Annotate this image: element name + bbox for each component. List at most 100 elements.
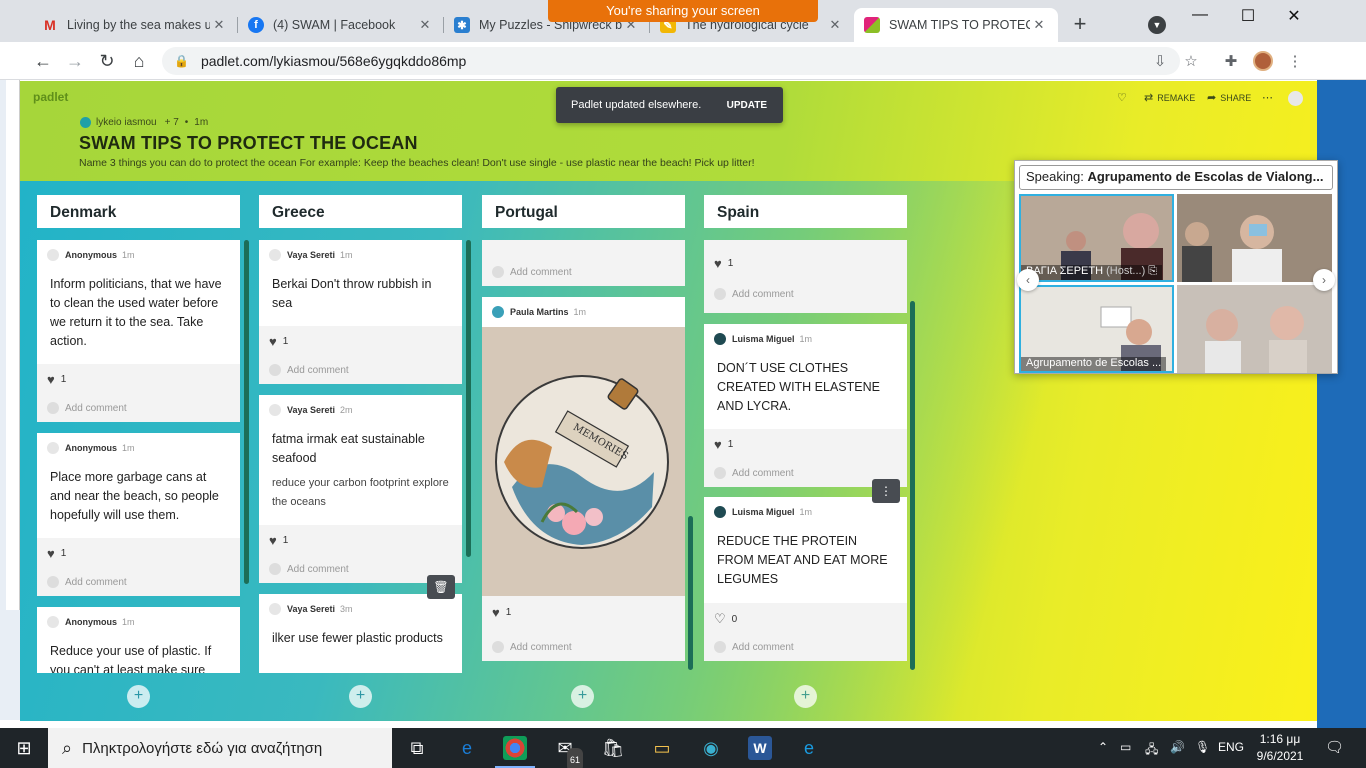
author-name[interactable]: lykeio iasmou xyxy=(96,117,157,128)
chrome-icon[interactable] xyxy=(503,736,527,760)
post-card[interactable]: Vaya Sereti 3m ilker use fewer plastic pr… xyxy=(259,594,462,673)
like-button[interactable]: ♥ 1 xyxy=(714,437,733,452)
video-tile[interactable] xyxy=(1177,285,1332,373)
network-icon[interactable]: 🖧 xyxy=(1145,740,1158,761)
word-icon[interactable]: W xyxy=(748,736,772,760)
post-text: fatma irmak eat sustainable seafood xyxy=(272,432,425,465)
more-options-icon[interactable]: ⋯ xyxy=(1262,91,1273,104)
system-clock[interactable]: 1:16 μμ 9/6/2021 xyxy=(1255,731,1305,765)
post-card[interactable]: Anonymous 1m Place more garbage cans at a… xyxy=(37,433,240,596)
remake-icon: ⇄ xyxy=(1144,92,1154,104)
volume-icon[interactable]: 🔊 xyxy=(1170,740,1185,754)
add-post-button[interactable]: + xyxy=(794,685,817,708)
close-window-button[interactable]: ✕ xyxy=(1282,6,1306,26)
add-comment[interactable]: Add comment xyxy=(492,266,572,278)
battery-icon[interactable]: ▭ xyxy=(1120,740,1131,754)
app-icon[interactable]: ◉ xyxy=(699,736,723,760)
post-card[interactable]: Anonymous 1m Reduce your use of plastic. … xyxy=(37,607,240,673)
tab-facebook[interactable]: f (4) SWAM | Facebook ✕ xyxy=(238,8,444,42)
heart-icon[interactable]: ♡ xyxy=(1117,91,1127,104)
column-scrollbar[interactable] xyxy=(466,240,471,557)
post-card-partial[interactable]: ♥ 1 Add comment xyxy=(704,240,907,313)
column-scrollbar[interactable] xyxy=(688,516,693,670)
tray-chevron-icon[interactable]: ⌃ xyxy=(1098,740,1108,754)
tab-padlet-active[interactable]: SWAM TIPS TO PROTECT T ✕ xyxy=(854,8,1058,42)
like-button[interactable]: ♥ 1 xyxy=(47,372,66,387)
like-button[interactable]: ♥ 1 xyxy=(492,605,511,620)
post-card-partial[interactable]: Add comment xyxy=(482,240,685,286)
column-scrollbar[interactable] xyxy=(244,240,249,584)
post-text-editing[interactable]: ilker use fewer plastic products xyxy=(259,615,462,648)
tab-search-icon[interactable]: ▼ xyxy=(1148,16,1166,34)
like-button[interactable]: ♥ 1 xyxy=(269,334,288,349)
task-view-icon[interactable]: ⧉ xyxy=(405,736,429,760)
minimize-button[interactable]: — xyxy=(1188,6,1212,24)
padlet-icon xyxy=(864,17,880,33)
new-tab-button[interactable]: + xyxy=(1068,12,1092,36)
add-comment[interactable]: Add comment xyxy=(714,641,794,653)
close-icon[interactable]: ✕ xyxy=(210,17,228,33)
file-explorer-icon[interactable]: ▭ xyxy=(650,736,674,760)
column-header-greece: Greece xyxy=(259,195,462,228)
add-comment[interactable]: Add comment xyxy=(47,576,127,588)
language-indicator[interactable]: ENG xyxy=(1218,740,1244,754)
like-button[interactable]: ♥ 1 xyxy=(269,533,288,548)
add-comment[interactable]: Add comment xyxy=(492,641,572,653)
install-icon[interactable]: ⇩ xyxy=(1150,52,1170,70)
address-bar[interactable]: 🔒 padlet.com/lykiasmou/568e6ygqkddo86mp xyxy=(162,47,1180,75)
next-page-icon[interactable]: › xyxy=(1313,269,1335,291)
forward-icon[interactable]: → xyxy=(64,50,86,72)
maximize-button[interactable]: ☐ xyxy=(1236,6,1260,26)
remake-button[interactable]: ⇄ REMAKE xyxy=(1144,91,1195,104)
home-icon[interactable]: ⌂ xyxy=(128,50,150,72)
video-tile[interactable]: Agrupamento de Escolas ... xyxy=(1019,285,1174,373)
mail-icon[interactable]: ✉ 61 xyxy=(553,736,584,768)
add-post-button[interactable]: + xyxy=(127,685,150,708)
extensions-icon[interactable]: ✚ xyxy=(1221,52,1241,70)
like-button[interactable]: ♡ 0 xyxy=(714,611,737,627)
windows-start-icon[interactable]: ⊞ xyxy=(12,736,36,760)
reload-icon[interactable]: ↻ xyxy=(96,50,118,72)
add-comment[interactable]: Add comment xyxy=(269,563,349,575)
bookmark-star-icon[interactable]: ☆ xyxy=(1181,52,1201,70)
profile-avatar[interactable] xyxy=(1253,51,1273,71)
post-menu-icon[interactable]: ⋮ xyxy=(872,479,900,503)
microphone-icon[interactable]: 🎙 xyxy=(1195,740,1210,754)
post-card[interactable]: Vaya Sereti 2m fatma irmak eat sustainabl… xyxy=(259,395,462,583)
user-avatar[interactable] xyxy=(1288,91,1303,106)
add-comment[interactable]: Add comment xyxy=(714,467,794,479)
add-comment[interactable]: Add comment xyxy=(47,402,127,414)
post-card[interactable]: Anonymous 1m Inform politicians, that we … xyxy=(37,240,240,422)
update-button[interactable]: UPDATE xyxy=(727,100,767,111)
taskbar-search[interactable]: ⌕ Πληκτρολογήστε εδώ για αναζήτηση xyxy=(48,728,392,768)
video-tile[interactable] xyxy=(1177,194,1332,282)
previous-page-icon[interactable]: ‹ xyxy=(1017,269,1039,291)
video-tile[interactable]: ΒΑΓΙΑ ΣΕΡΕΤΗ (Host...) ⎘ xyxy=(1019,194,1174,282)
column-scrollbar[interactable] xyxy=(910,301,915,670)
edge-icon[interactable]: e xyxy=(455,736,479,760)
internet-explorer-icon[interactable]: e xyxy=(797,736,821,760)
screen-share-banner[interactable]: You're sharing your screen xyxy=(548,0,818,22)
post-card[interactable]: Vaya Sereti 1m Berkai Don't throw rubbish… xyxy=(259,240,462,384)
close-icon[interactable]: ✕ xyxy=(1030,17,1048,33)
like-button[interactable]: ♥ 1 xyxy=(714,256,733,271)
back-icon[interactable]: ← xyxy=(32,50,54,72)
padlet-logo[interactable]: padlet xyxy=(33,90,68,104)
add-post-button[interactable]: + xyxy=(571,685,594,708)
lock-icon[interactable]: 🔒 xyxy=(174,54,189,68)
close-icon[interactable]: ✕ xyxy=(826,17,844,33)
notifications-icon[interactable]: 🗨 xyxy=(1325,738,1344,756)
add-comment[interactable]: Add comment xyxy=(714,288,794,300)
add-comment[interactable]: Add comment xyxy=(269,364,349,376)
post-card[interactable]: Luisma Miguel 1m DON´T USE CLOTHES CREATE… xyxy=(704,324,907,487)
tab-gmail[interactable]: M Living by the sea makes us ✕ xyxy=(32,8,238,42)
like-button[interactable]: ♥ 1 xyxy=(47,546,66,561)
add-post-button[interactable]: + xyxy=(349,685,372,708)
delete-post-button[interactable]: 🗑 xyxy=(427,575,455,599)
close-icon[interactable]: ✕ xyxy=(416,17,434,33)
post-card[interactable]: Luisma Miguel 1m REDUCE THE PROTEIN FROM … xyxy=(704,497,907,661)
post-image-bottle[interactable]: MEMORIES xyxy=(482,327,685,596)
share-button[interactable]: ➦ SHARE xyxy=(1207,91,1251,104)
store-icon[interactable]: 🛍 xyxy=(601,736,625,760)
menu-kebab-icon[interactable]: ⋮ xyxy=(1285,52,1305,70)
